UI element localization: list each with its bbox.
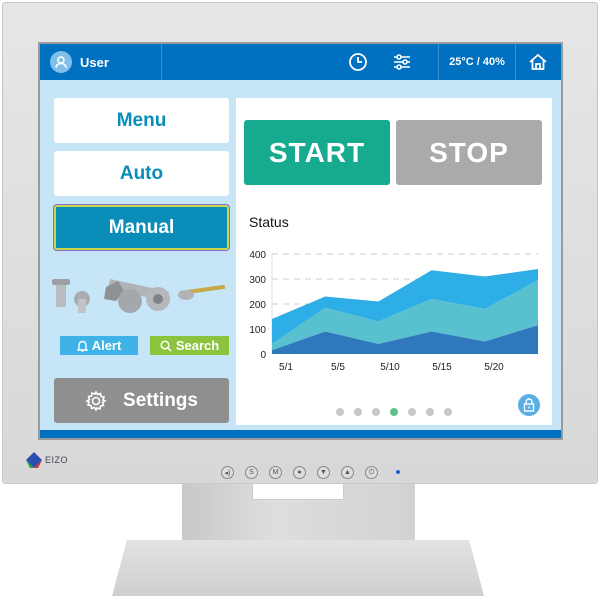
- y-tick-label: 200: [249, 300, 266, 311]
- x-tick-label: 5/15: [432, 362, 452, 373]
- auto-button[interactable]: Auto: [54, 151, 229, 196]
- user-button[interactable]: User: [40, 44, 162, 80]
- alert-button[interactable]: Alert: [60, 336, 138, 355]
- menu-label: Menu: [116, 109, 167, 131]
- clock-icon[interactable]: [348, 52, 368, 72]
- bell-icon: [76, 340, 88, 352]
- start-button[interactable]: START: [244, 120, 390, 185]
- power-led: [396, 470, 400, 474]
- stop-label: STOP: [429, 136, 509, 168]
- lock-icon: [523, 398, 535, 412]
- page-dot[interactable]: [408, 408, 416, 416]
- bezel-button-s[interactable]: S: [245, 466, 258, 479]
- bezel-button-volume[interactable]: ◂): [221, 466, 234, 479]
- footer-bar: [40, 430, 561, 438]
- y-tick-label: 100: [249, 325, 266, 336]
- x-tick-label: 5/10: [380, 362, 400, 373]
- temperature-humidity-readout: 25°C / 40%: [449, 56, 505, 68]
- page-dot[interactable]: [336, 408, 344, 416]
- x-tick-label: 5/20: [484, 362, 504, 373]
- user-label: User: [80, 54, 109, 70]
- start-label: START: [268, 136, 366, 168]
- x-tick-label: 5/1: [279, 362, 293, 373]
- search-label: Search: [175, 338, 220, 353]
- y-tick-label: 400: [249, 250, 266, 261]
- page-dot[interactable]: [372, 408, 380, 416]
- hardware-parts-image: [52, 278, 226, 313]
- monitor-stand-base: [112, 540, 484, 596]
- x-tick-label: 5/5: [331, 362, 345, 373]
- search-icon: [160, 339, 172, 352]
- status-chart: 0 100 200 300 400 5/1 5/5 5/10 5/15 5/20: [249, 250, 538, 373]
- user-icon: [50, 51, 72, 73]
- settings-button[interactable]: Settings: [54, 378, 229, 423]
- manual-label: Manual: [108, 216, 175, 238]
- bezel-button-down[interactable]: ▼: [317, 466, 330, 479]
- bezel-button-power[interactable]: ⏻: [365, 466, 378, 479]
- menu-button[interactable]: Menu: [54, 98, 229, 143]
- bezel-button-enter[interactable]: ●: [293, 466, 306, 479]
- y-tick-label: 300: [249, 275, 266, 286]
- auto-label: Auto: [119, 162, 164, 184]
- search-button[interactable]: Search: [150, 336, 229, 355]
- page-dot[interactable]: [426, 408, 434, 416]
- stop-button[interactable]: STOP: [396, 120, 542, 185]
- main-panel: START STOP Status 0 100 200 300 400 5/1 5/5 5/1…: [236, 98, 552, 425]
- lock-button[interactable]: [518, 394, 540, 416]
- page-dot[interactable]: [354, 408, 362, 416]
- alert-label: Alert: [91, 338, 122, 353]
- header-bar: User 25°C / 40%: [40, 44, 561, 80]
- settings-label: Settings: [123, 389, 198, 411]
- page-dot[interactable]: [444, 408, 452, 416]
- gear-icon: [85, 389, 107, 412]
- home-icon: [529, 53, 547, 70]
- bezel-button-up[interactable]: ▲: [341, 466, 354, 479]
- bezel-button-m[interactable]: M: [269, 466, 282, 479]
- sliders-icon[interactable]: [392, 52, 412, 72]
- manual-button[interactable]: Manual: [54, 205, 229, 250]
- status-title: Status: [249, 214, 289, 230]
- page-indicator: [236, 403, 552, 421]
- eizo-logo: EIZO: [26, 452, 68, 468]
- home-button[interactable]: [516, 52, 560, 72]
- page-dot[interactable]: [390, 408, 398, 416]
- y-tick-label: 0: [260, 350, 266, 361]
- stand-cutout: [252, 484, 344, 500]
- screen: User 25°C / 40% Menu Auto Manual Alert S…: [38, 42, 563, 440]
